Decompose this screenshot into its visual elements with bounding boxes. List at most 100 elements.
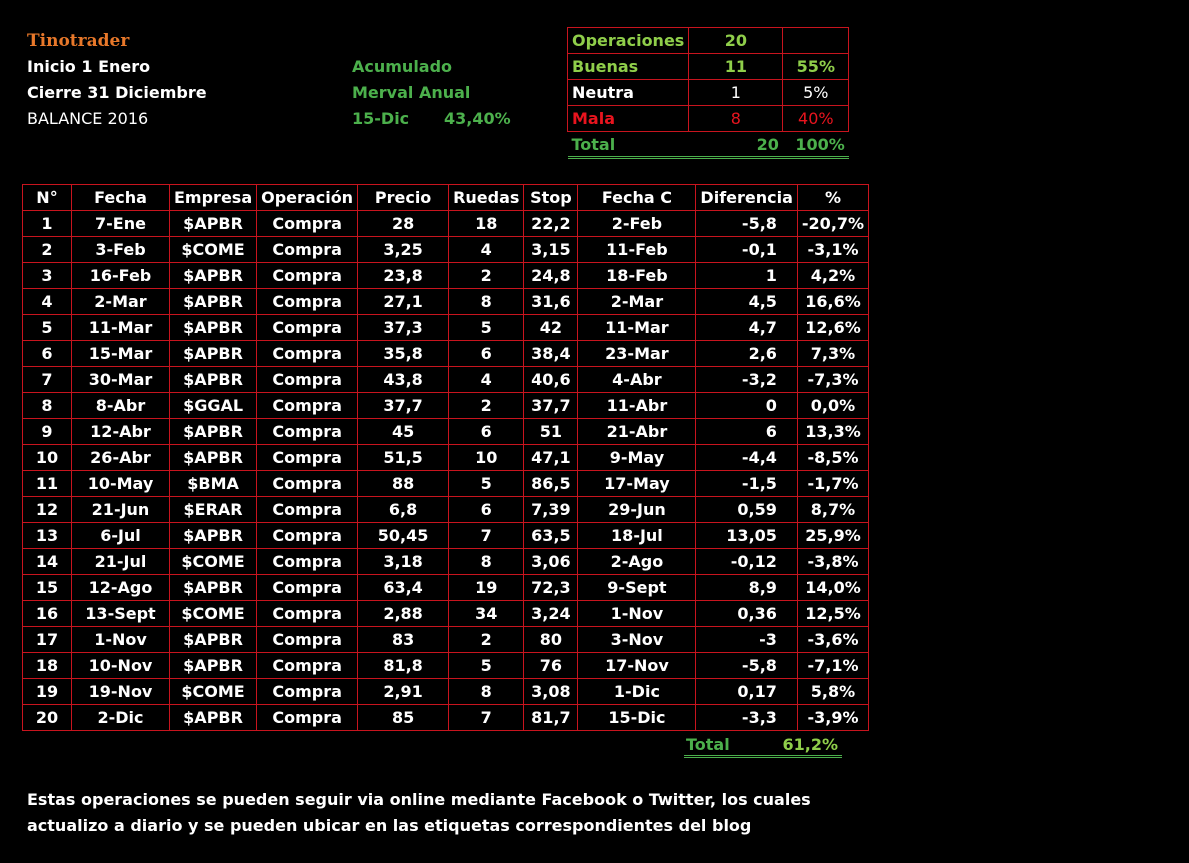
table-cell: -8,5%	[796, 444, 870, 471]
table-cell: 2	[448, 392, 525, 419]
table-cell: 23,8	[357, 262, 450, 289]
table-cell: 16-Feb	[71, 262, 170, 289]
table-cell: 7	[448, 704, 525, 731]
summary-pct: 55%	[782, 53, 850, 80]
merval-value: 43,40%	[444, 109, 511, 128]
table-cell: $APBR	[168, 288, 258, 315]
table-cell: 4,2%	[796, 262, 870, 289]
table-cell: $APBR	[168, 210, 258, 237]
table-cell: -7,3%	[796, 366, 870, 393]
table-cell: 12-Ago	[71, 574, 170, 601]
table-cell: 19-Nov	[71, 678, 170, 705]
summary-label: Buenas	[566, 53, 690, 80]
table-cell: 4,5	[695, 288, 798, 315]
table-cell: Compra	[256, 314, 359, 341]
table-cell: 3,06	[523, 548, 579, 575]
table-cell: 86,5	[523, 470, 579, 497]
table-cell: 6-Jul	[71, 522, 170, 549]
brand-title: Tinotrader	[27, 31, 130, 51]
table-cell: 3,08	[523, 678, 579, 705]
table-row: 2 3-Feb $COME Compra 3,25 4 3,15 11-Feb -0,1 -3,1…	[22, 236, 870, 263]
table-cell: 23-Mar	[577, 340, 697, 367]
table-cell: 14,0%	[796, 574, 870, 601]
column-header: Fecha C	[577, 184, 697, 211]
table-cell: 4-Abr	[577, 366, 697, 393]
summary-row-neutra: Neutra 1 5%	[566, 79, 850, 106]
table-cell: -3,1%	[796, 236, 870, 263]
table-cell: 2,91	[357, 678, 450, 705]
summary-label: Total	[567, 131, 689, 159]
table-cell: -1,7%	[796, 470, 870, 497]
table-cell: Compra	[256, 340, 359, 367]
footer-note: Estas operaciones se pueden seguir via o…	[27, 790, 811, 835]
table-cell: 3-Feb	[71, 236, 170, 263]
table-cell: $COME	[168, 600, 258, 627]
table-cell: 3,24	[523, 600, 579, 627]
table-cell: 37,3	[357, 314, 450, 341]
table-cell: 10	[22, 444, 72, 471]
table-cell: 8	[448, 548, 525, 575]
table-cell: 7	[22, 366, 72, 393]
table-cell: Compra	[256, 262, 359, 289]
table-cell: 13,05	[695, 522, 798, 549]
table-cell: 17-Nov	[577, 652, 697, 679]
table-cell: Compra	[256, 626, 359, 653]
table-cell: 18-Feb	[577, 262, 697, 289]
table-cell: 21-Abr	[577, 418, 697, 445]
table-cell: 11-Mar	[577, 314, 697, 341]
summary-count: 1	[688, 79, 784, 106]
table-cell: 9-Sept	[577, 574, 697, 601]
operations-table: N° Fecha Empresa Operación Precio Ruedas Stop F…	[22, 184, 870, 731]
table-cell: 17-May	[577, 470, 697, 497]
table-cell: 6	[695, 418, 798, 445]
table-cell: 22,2	[523, 210, 579, 237]
table-cell: 40,6	[523, 366, 579, 393]
table-cell: 47,1	[523, 444, 579, 471]
table-cell: 81,7	[523, 704, 579, 731]
table-header-row: N° Fecha Empresa Operación Precio Ruedas Stop F…	[22, 184, 870, 211]
end-date: Cierre 31 Diciembre	[27, 83, 207, 102]
summary-pct	[782, 27, 850, 54]
accumulated-label: Acumulado	[352, 57, 453, 76]
table-cell: 51	[523, 418, 579, 445]
column-header: Operación	[256, 184, 359, 211]
table-cell: 0,36	[695, 600, 798, 627]
table-cell: 8	[448, 678, 525, 705]
table-row: 16 13-Sept $COME Compra 2,88 34 3,24 1-Nov 0,36 1…	[22, 600, 870, 627]
table-cell: $COME	[168, 236, 258, 263]
table-cell: $ERAR	[168, 496, 258, 523]
table-cell: 5	[448, 314, 525, 341]
table-cell: 8	[448, 288, 525, 315]
table-cell: 11-Abr	[577, 392, 697, 419]
table-row: 12 21-Jun $ERAR Compra 6,8 6 7,39 29-Jun 0,59 8,7…	[22, 496, 870, 523]
table-cell: 6	[448, 418, 525, 445]
table-cell: Compra	[256, 470, 359, 497]
table-cell: 10-Nov	[71, 652, 170, 679]
table-cell: 30-Mar	[71, 366, 170, 393]
table-cell: -4,4	[695, 444, 798, 471]
table-cell: 5	[448, 652, 525, 679]
total-label: Total	[686, 735, 730, 754]
column-header: Stop	[523, 184, 579, 211]
table-row: 20 2-Dic $APBR Compra 85 7 81,7 15-Dic -3,3 -3,9%	[22, 704, 870, 731]
table-cell: $APBR	[168, 522, 258, 549]
table-cell: 1-Nov	[71, 626, 170, 653]
table-cell: 7-Ene	[71, 210, 170, 237]
table-cell: 10-May	[71, 470, 170, 497]
table-row: 3 16-Feb $APBR Compra 23,8 2 24,8 18-Feb 1 4,2%	[22, 262, 870, 289]
table-cell: 7,3%	[796, 340, 870, 367]
table-cell: 13-Sept	[71, 600, 170, 627]
table-cell: 6	[448, 340, 525, 367]
table-cell: 50,45	[357, 522, 450, 549]
table-cell: 28	[357, 210, 450, 237]
table-cell: $APBR	[168, 444, 258, 471]
table-cell: $BMA	[168, 470, 258, 497]
table-cell: 12,5%	[796, 600, 870, 627]
table-cell: 42	[523, 314, 579, 341]
table-cell: 11-Mar	[71, 314, 170, 341]
table-cell: $COME	[168, 678, 258, 705]
table-cell: 72,3	[523, 574, 579, 601]
table-cell: 2-Feb	[577, 210, 697, 237]
table-cell: $COME	[168, 548, 258, 575]
column-header: Empresa	[168, 184, 258, 211]
